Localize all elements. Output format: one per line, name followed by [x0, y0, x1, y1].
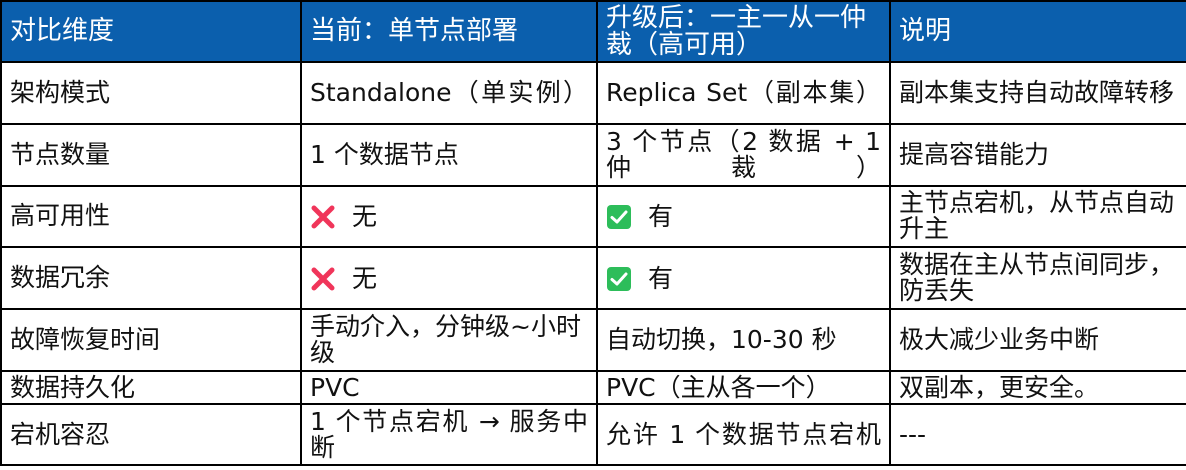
cell-upgraded-text: 3 个节点（2 数据 + 1 仲裁）	[606, 126, 881, 182]
cell-current-value: 无	[352, 201, 378, 231]
cell-dimension: 故障恢复时间	[0, 308, 302, 372]
cell-note: 主节点宕机，从节点自动升主	[889, 184, 1186, 249]
cell-upgraded: 3 个节点（2 数据 + 1 仲裁）	[596, 122, 891, 187]
cell-upgraded: 允许 1 个数据节点宕机	[596, 403, 891, 466]
cell-current-text: 1 个节点宕机 → 服务中断	[310, 406, 588, 462]
comparison-table: 对比维度 当前：单节点部署 升级后：一主一从一仲裁（高可用） 说明 架构模式 S…	[0, 0, 1186, 470]
cell-dimension: 数据冗余	[0, 246, 302, 311]
cell-note: 副本集支持自动故障转移	[889, 61, 1186, 125]
comparison-table-grid: 对比维度 当前：单节点部署 升级后：一主一从一仲裁（高可用） 说明 架构模式 S…	[0, 0, 1186, 466]
cell-note: ---	[889, 403, 1186, 466]
cell-note: 极大减少业务中断	[889, 308, 1186, 372]
table-row: 数据持久化 PVC PVC（主从各一个） 双副本，更安全。	[0, 369, 1186, 406]
cell-upgraded: Replica Set（副本集）	[596, 61, 891, 125]
green-check-icon	[606, 204, 632, 230]
header-current: 当前：单节点部署	[300, 0, 598, 63]
cell-current-value: 无	[352, 263, 378, 293]
cell-current: PVC	[300, 369, 598, 406]
cell-current: Standalone（单实例）	[300, 61, 598, 125]
cell-upgraded: 有	[596, 184, 891, 249]
cell-upgraded-text: Replica Set（副本集）	[606, 77, 881, 107]
cell-note: 数据在主从节点间同步，防丢失	[889, 246, 1186, 311]
cell-current: 手动介入，分钟级~小时级	[300, 308, 598, 372]
green-check-icon	[606, 266, 632, 292]
red-x-icon	[310, 204, 336, 230]
cell-upgraded: 自动切换，10-30 秒	[596, 308, 891, 372]
cell-note: 提高容错能力	[889, 122, 1186, 187]
red-x-icon	[310, 266, 336, 292]
table-header-row: 对比维度 当前：单节点部署 升级后：一主一从一仲裁（高可用） 说明	[0, 0, 1186, 63]
table-row: 数据冗余 无 有 数据在主从节点间同步，防丢失	[0, 246, 1186, 311]
header-note: 说明	[889, 0, 1186, 63]
cell-current-text: Standalone（单实例）	[310, 77, 588, 107]
cell-dimension: 节点数量	[0, 122, 302, 187]
cell-note: 双副本，更安全。	[889, 369, 1186, 406]
table-row: 故障恢复时间 手动介入，分钟级~小时级 自动切换，10-30 秒 极大减少业务中…	[0, 308, 1186, 372]
table-row: 节点数量 1 个数据节点 3 个节点（2 数据 + 1 仲裁） 提高容错能力	[0, 122, 1186, 187]
cell-upgraded: PVC（主从各一个）	[596, 369, 891, 406]
cell-upgraded-text: 允许 1 个数据节点宕机	[606, 419, 881, 449]
cell-dimension: 宕机容忍	[0, 403, 302, 466]
cell-dimension: 架构模式	[0, 61, 302, 125]
header-upgraded: 升级后：一主一从一仲裁（高可用）	[596, 0, 891, 63]
cell-upgraded: 有	[596, 246, 891, 311]
header-dimension: 对比维度	[0, 0, 302, 63]
cell-current: 无	[300, 184, 598, 249]
cell-current: 1 个数据节点	[300, 122, 598, 187]
table-row: 架构模式 Standalone（单实例） Replica Set（副本集） 副本…	[0, 61, 1186, 125]
cell-upgraded-value: 有	[648, 201, 674, 231]
cell-current: 无	[300, 246, 598, 311]
cell-dimension: 数据持久化	[0, 369, 302, 406]
cell-dimension: 高可用性	[0, 184, 302, 249]
cell-upgraded-value: 有	[648, 263, 674, 293]
table-row: 宕机容忍 1 个节点宕机 → 服务中断 允许 1 个数据节点宕机 ---	[0, 403, 1186, 466]
table-row: 高可用性 无 有 主节点宕机，从节点自动升主	[0, 184, 1186, 249]
cell-current: 1 个节点宕机 → 服务中断	[300, 403, 598, 466]
